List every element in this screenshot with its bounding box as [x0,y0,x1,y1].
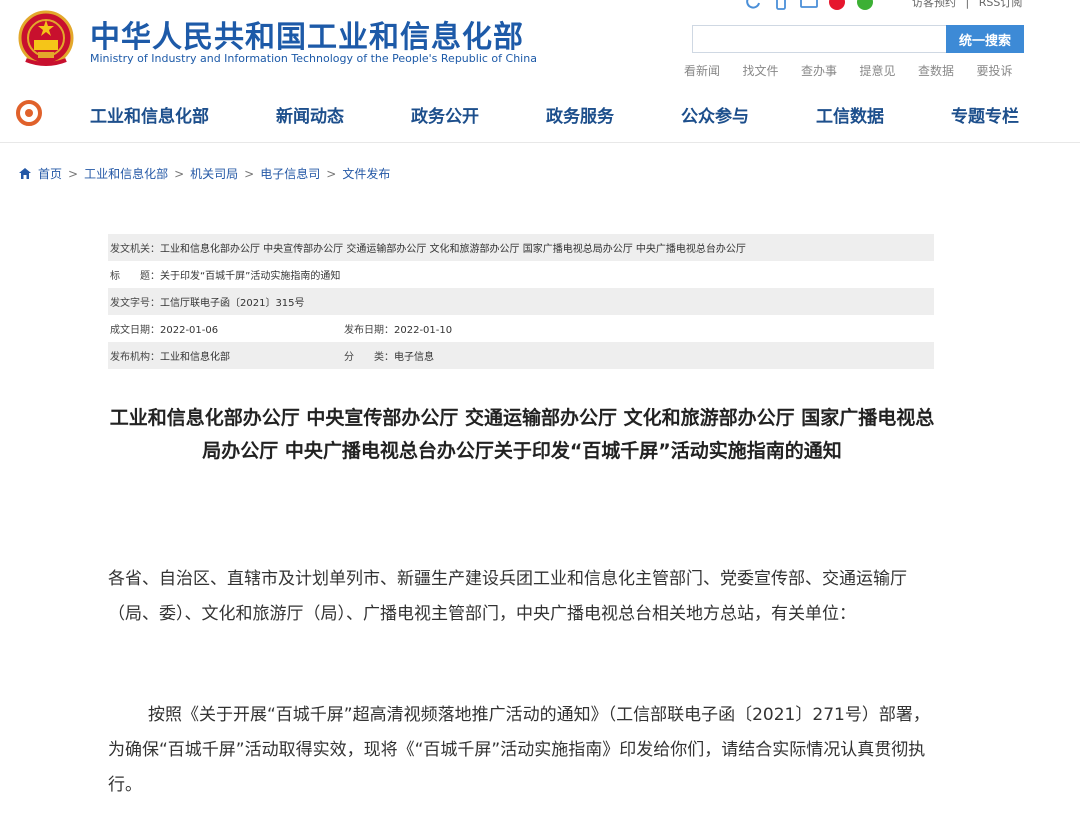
wechat-icon[interactable] [856,0,874,11]
rss-link[interactable]: RSS订阅 [979,0,1023,9]
breadcrumb-separator: > [326,166,337,181]
mobile-icon[interactable] [772,0,790,11]
breadcrumb: 首页 > 工业和信息化部 > 机关司局 > 电子信息司 > 文件发布 [18,165,390,182]
meta-docno-value: 工信厅联电子函〔2021〕315号 [160,298,305,309]
site-title[interactable]: 中华人民共和国工业和信息化部 [90,12,524,56]
top-links: 访客预约 | RSS订阅 [912,0,1028,10]
breadcrumb-electronics-dept[interactable]: 电子信息司 [260,165,320,182]
weibo-icon[interactable] [828,0,846,11]
breadcrumb-separator: > [68,166,79,181]
nav-item-data[interactable]: 工信数据 [816,102,884,127]
search-input[interactable] [693,26,947,52]
national-emblem-icon[interactable] [18,10,74,68]
document-paragraph: 按照《关于开展“百城千屏”超高清视频落地推广活动的通知》（工信部联电子函〔202… [108,705,930,795]
quick-link-news[interactable]: 看新闻 [684,62,743,79]
meta-row-issuer: 发文机关： 工业和信息化部办公厅 中央宣传部办公厅 交通运输部办公厅 文化和旅游… [108,234,934,261]
quick-link-services[interactable]: 查办事 [801,62,860,79]
meta-title-value: 关于印发“百城千屏”活动实施指南的通知 [160,271,341,282]
breadcrumb-separator: > [244,166,255,181]
ministry-logo-icon[interactable] [16,100,42,126]
meta-row-org: 发布机构：工业和信息化部 分 类：电子信息 [108,342,934,369]
nav-item-topics[interactable]: 专题专栏 [951,102,1019,127]
mail-icon[interactable] [800,0,818,11]
meta-category-value: 电子信息 [394,352,434,363]
meta-row-title: 标 题： 关于印发“百城千屏”活动实施指南的通知 [108,261,934,288]
breadcrumb-departments[interactable]: 机关司局 [190,165,238,182]
nav-item-news[interactable]: 新闻动态 [276,102,344,127]
main-nav: 工业和信息化部 新闻动态 政务公开 政务服务 公众参与 工信数据 专题专栏 [0,90,1080,138]
quick-link-files[interactable]: 找文件 [743,62,802,79]
meta-issuer-label: 发文机关： [110,244,160,255]
quick-link-feedback[interactable]: 提意见 [860,62,919,79]
meta-title-label: 标 题： [110,271,160,282]
breadcrumb-document-release[interactable]: 文件发布 [342,165,390,182]
breadcrumb-separator: > [174,166,185,181]
quick-link-data[interactable]: 查数据 [918,62,977,79]
quick-link-complaint[interactable]: 要投诉 [977,62,1036,79]
document-title: 工业和信息化部办公厅 中央宣传部办公厅 交通运输部办公厅 文化和旅游部办公厅 国… [109,407,935,462]
meta-org-label: 发布机构： [110,352,160,363]
refresh-icon[interactable] [744,0,762,11]
meta-issuer-value: 工业和信息化部办公厅 中央宣传部办公厅 交通运输部办公厅 文化和旅游部办公厅 国… [160,244,746,255]
meta-docno-label: 发文字号： [110,298,160,309]
meta-row-dates: 成文日期：2022-01-06 发布日期：2022-01-10 [108,315,934,342]
home-icon[interactable] [18,167,32,180]
quick-links: 看新闻 找文件 查办事 提意见 查数据 要投诉 [684,62,1035,79]
breadcrumb-ministry[interactable]: 工业和信息化部 [84,165,168,182]
meta-created-label: 成文日期： [110,325,160,336]
document-meta-table: 发文机关： 工业和信息化部办公厅 中央宣传部办公厅 交通运输部办公厅 文化和旅游… [108,234,934,369]
nav-divider [0,142,1080,143]
visitor-appointment-link[interactable]: 访客预约 [912,0,956,9]
nav-item-ministry[interactable]: 工业和信息化部 [90,102,209,127]
breadcrumb-home[interactable]: 首页 [38,165,62,182]
nav-item-government-affairs[interactable]: 政务公开 [411,102,479,127]
meta-published-value: 2022-01-10 [394,325,453,336]
meta-category-label: 分 类： [344,352,394,363]
meta-row-docno: 发文字号： 工信厅联电子函〔2021〕315号 [108,288,934,315]
nav-item-participation[interactable]: 公众参与 [681,102,749,127]
search-button[interactable]: 统一搜索 [946,25,1024,53]
meta-created-value: 2022-01-06 [160,325,219,336]
meta-org-value: 工业和信息化部 [160,352,230,363]
nav-item-services[interactable]: 政务服务 [546,102,614,127]
meta-published-label: 发布日期： [344,325,394,336]
top-links-divider: | [965,0,970,9]
search-box: 统一搜索 [692,25,1024,53]
document-salutation: 各省、自治区、直辖市及计划单列市、新疆生产建设兵团工业和信息化主管部门、党委宣传… [108,569,907,624]
site-header: 中华人民共和国工业和信息化部 Ministry of Industry and … [0,0,1080,90]
social-icons [744,0,874,12]
site-subtitle: Ministry of Industry and Information Tec… [90,52,537,65]
